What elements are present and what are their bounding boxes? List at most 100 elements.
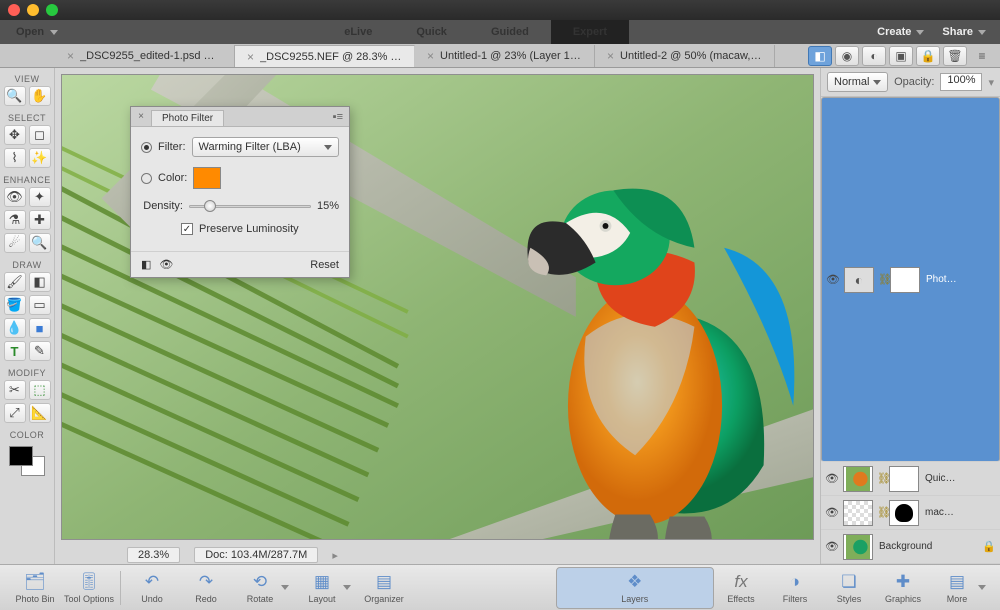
- brush-tool[interactable]: 🖌: [4, 272, 26, 292]
- styles-tab-button[interactable]: ❏Styles: [822, 567, 876, 609]
- fill-tool[interactable]: 🪣: [4, 295, 26, 315]
- visibility-icon[interactable]: 👁: [826, 273, 840, 286]
- layer-name[interactable]: mac…: [923, 507, 996, 518]
- content-move-tool[interactable]: ⤢: [4, 403, 26, 423]
- zoom-tool[interactable]: 🔍: [4, 86, 26, 106]
- toggle-visibility-icon[interactable]: 👁: [159, 258, 173, 271]
- photo-filter-dialog[interactable]: × Photo Filter ▪≡ Filter: Warming Filter…: [130, 106, 350, 278]
- healing-tool[interactable]: ✚: [29, 210, 51, 230]
- lasso-tool[interactable]: ⌇: [4, 148, 26, 168]
- blend-mode-select[interactable]: Normal: [827, 72, 888, 92]
- detail-tool[interactable]: 🔍: [29, 233, 51, 253]
- close-tab-icon[interactable]: ×: [427, 49, 434, 63]
- layout-icon: ▦: [311, 572, 333, 592]
- mode-guided[interactable]: Guided: [469, 20, 551, 44]
- gradient-tool[interactable]: ▭: [29, 295, 51, 315]
- text-tool[interactable]: T: [4, 341, 26, 361]
- panel-menu-icon[interactable]: ≡: [970, 46, 994, 66]
- hand-tool[interactable]: ✋: [29, 86, 51, 106]
- density-slider[interactable]: [189, 199, 311, 213]
- visibility-icon[interactable]: 👁: [825, 506, 839, 519]
- mode-elive[interactable]: eLive: [322, 20, 394, 44]
- new-layer-button[interactable]: ◧: [808, 46, 832, 66]
- layer-name[interactable]: Phot…: [924, 274, 995, 285]
- visibility-icon[interactable]: 👁: [825, 472, 839, 485]
- marquee-tool[interactable]: ◻: [29, 125, 51, 145]
- layout-button[interactable]: ▦Layout: [295, 567, 349, 609]
- reset-button[interactable]: Reset: [310, 259, 339, 271]
- layer-row[interactable]: 👁 ⛓ mac…: [821, 496, 1000, 530]
- open-menu[interactable]: Open: [0, 26, 74, 38]
- layer-row[interactable]: 👁 ◐ ⛓ Phot…: [821, 97, 1000, 462]
- color-swatch[interactable]: [9, 446, 45, 476]
- pencil-tool[interactable]: ✎: [29, 341, 51, 361]
- minimize-window-button[interactable]: [27, 4, 39, 16]
- close-tab-icon[interactable]: ×: [247, 50, 254, 64]
- dialog-menu-icon[interactable]: ▪≡: [327, 111, 349, 123]
- adjustment-layer-button[interactable]: ◐: [862, 46, 886, 66]
- document-tab[interactable]: ×Untitled-1 @ 23% (Layer 1, RGB/…: [415, 45, 595, 67]
- magic-wand-tool[interactable]: ✨: [29, 148, 51, 168]
- close-tab-icon[interactable]: ×: [607, 49, 614, 63]
- layer-name[interactable]: Quic…: [923, 473, 996, 484]
- color-radio[interactable]: [141, 173, 152, 184]
- layer-name[interactable]: Background: [877, 541, 978, 552]
- layers-tab-button[interactable]: ❖Layers: [556, 567, 715, 609]
- undo-button[interactable]: ↶Undo: [125, 567, 179, 609]
- graphics-tab-button[interactable]: ✚Graphics: [876, 567, 930, 609]
- filter-radio[interactable]: [141, 142, 152, 153]
- clone-tool[interactable]: ⚗: [4, 210, 26, 230]
- smudge-tool[interactable]: ☄: [4, 233, 26, 253]
- layer-mask[interactable]: [889, 466, 919, 492]
- crop-tool[interactable]: ✂: [4, 380, 26, 400]
- filter-select[interactable]: Warming Filter (LBA): [192, 137, 340, 157]
- delete-layer-button[interactable]: 🗑: [943, 46, 967, 66]
- eyedropper-tool[interactable]: 💧: [4, 318, 26, 338]
- tool-palette: VIEW 🔍✋ SELECT ✥◻ ⌇✨ ENHANCE 👁✦ ⚗✚ ☄🔍 DR…: [0, 68, 55, 564]
- redo-button[interactable]: ↷Redo: [179, 567, 233, 609]
- more-tab-button[interactable]: ▤More: [930, 567, 984, 609]
- create-menu[interactable]: Create: [877, 26, 924, 38]
- color-swatch[interactable]: [193, 167, 221, 189]
- layer-group-button[interactable]: ◉: [835, 46, 859, 66]
- document-tab[interactable]: ×Untitled-2 @ 50% (macaw, Layer Mas…: [595, 45, 775, 67]
- organizer-button[interactable]: ▤Organizer: [357, 567, 411, 609]
- document-tab[interactable]: ×_DSC9255_edited-1.psd @ 23% (Layer…: [55, 45, 235, 67]
- doc-size[interactable]: Doc: 103.4M/287.7M: [194, 547, 318, 563]
- whiten-tool[interactable]: ✦: [29, 187, 51, 207]
- visibility-icon[interactable]: 👁: [825, 540, 839, 553]
- rotate-button[interactable]: ⟲Rotate: [233, 567, 287, 609]
- opacity-input[interactable]: 100%: [940, 73, 982, 91]
- filters-tab-button[interactable]: ◑Filters: [768, 567, 822, 609]
- layer-mask[interactable]: [889, 500, 919, 526]
- eraser-tool[interactable]: ◧: [29, 272, 51, 292]
- close-tab-icon[interactable]: ×: [67, 49, 74, 63]
- toggle-clip-icon[interactable]: ◧: [141, 258, 151, 271]
- zoom-level[interactable]: 28.3%: [127, 547, 180, 563]
- dialog-title-tab[interactable]: Photo Filter: [151, 110, 224, 126]
- effects-tab-button[interactable]: fxEffects: [714, 567, 768, 609]
- straighten-tool[interactable]: 📐: [29, 403, 51, 423]
- tool-options-button[interactable]: 🎚Tool Options: [62, 567, 116, 609]
- document-tab[interactable]: ×_DSC9255.NEF @ 28.3% (Photo Filter 1, R…: [235, 45, 415, 67]
- lock-button[interactable]: 🔒: [916, 46, 940, 66]
- maximize-window-button[interactable]: [46, 4, 58, 16]
- move-tool[interactable]: ✥: [4, 125, 26, 145]
- recompose-tool[interactable]: ⬚: [29, 380, 51, 400]
- mask-button[interactable]: ▣: [889, 46, 913, 66]
- mode-expert[interactable]: Expert: [551, 20, 629, 44]
- layer-row[interactable]: 👁 Background 🔒: [821, 530, 1000, 564]
- photo-bin-button[interactable]: 🗂Photo Bin: [8, 567, 62, 609]
- mode-quick[interactable]: Quick: [394, 20, 469, 44]
- share-menu[interactable]: Share: [942, 26, 986, 38]
- close-dialog-button[interactable]: ×: [136, 112, 146, 122]
- preserve-luminosity-checkbox[interactable]: [181, 223, 193, 235]
- filter-label: Filter:: [158, 141, 186, 153]
- document-tab-strip: ×_DSC9255_edited-1.psd @ 23% (Layer… ×_D…: [0, 44, 1000, 68]
- close-window-button[interactable]: [8, 4, 20, 16]
- layer-row[interactable]: 👁 ⛓ Quic…: [821, 462, 1000, 496]
- redeye-tool[interactable]: 👁: [4, 187, 26, 207]
- shape-tool[interactable]: ■: [29, 318, 51, 338]
- layer-mask[interactable]: [890, 267, 920, 293]
- organizer-icon: ▤: [373, 572, 395, 592]
